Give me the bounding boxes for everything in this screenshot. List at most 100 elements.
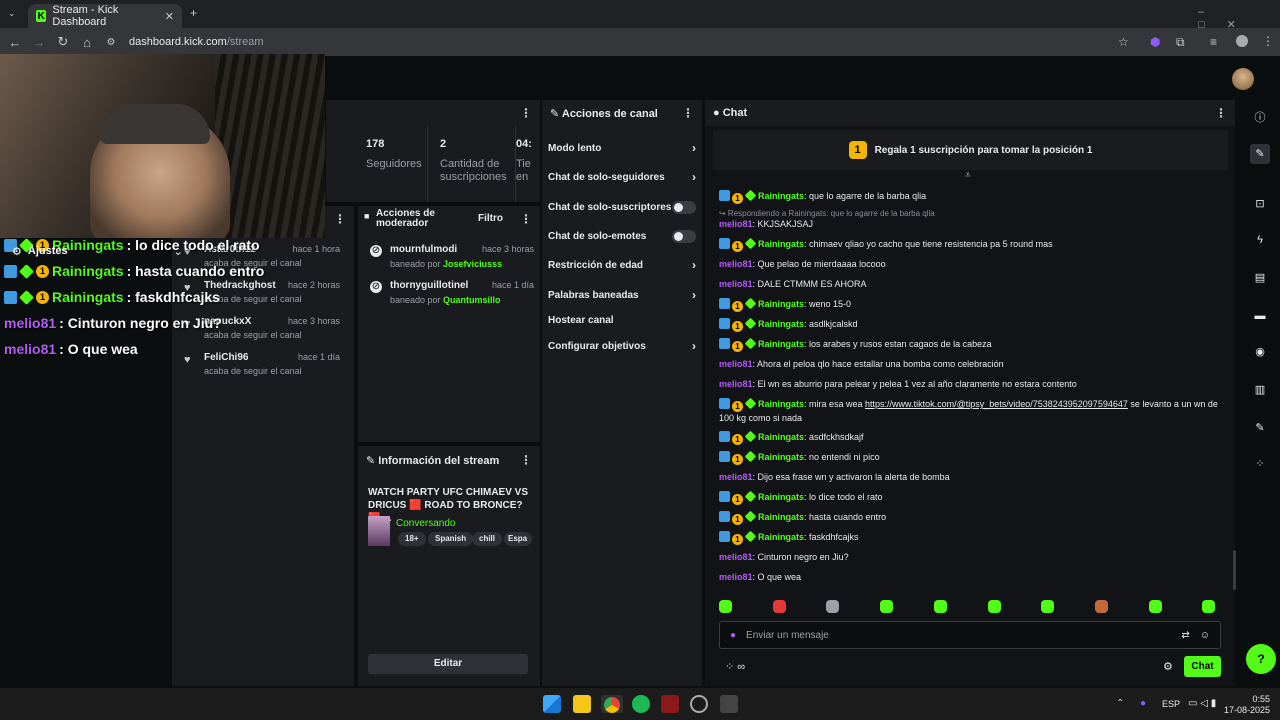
chat-icon[interactable]: ▬: [1250, 306, 1270, 326]
new-tab-icon[interactable]: +: [190, 6, 197, 20]
layout-icon[interactable]: ⊡: [1250, 194, 1270, 214]
chat-link[interactable]: https://www.tiktok.com/@tipsy_bets/video…: [865, 399, 1128, 409]
send-chat-button[interactable]: Chat: [1184, 656, 1221, 677]
close-tab-icon[interactable]: ✕: [165, 10, 174, 23]
home-icon[interactable]: ⌂: [75, 35, 99, 50]
app-icon[interactable]: [720, 695, 738, 713]
browser-tab[interactable]: K Stream - Kick Dashboard ✕: [28, 4, 182, 28]
emote-icon[interactable]: [880, 600, 894, 613]
category-name[interactable]: Conversando: [396, 518, 455, 529]
followers-only-item[interactable]: Chat de solo-seguidores ›: [548, 167, 696, 187]
emote-icon[interactable]: [1094, 600, 1108, 613]
emote-icon[interactable]: [933, 600, 947, 613]
chat-username[interactable]: Rainingats: [758, 492, 804, 502]
stream-preview-video[interactable]: [0, 54, 325, 238]
app-icon[interactable]: [661, 695, 679, 713]
chat-username[interactable]: Rainingats: [758, 532, 804, 542]
toggle-switch[interactable]: [672, 200, 696, 214]
chat-scrollbar[interactable]: [1233, 550, 1236, 590]
emote-icon[interactable]: [826, 600, 840, 613]
emote-icon[interactable]: [987, 600, 1001, 613]
banned-words-item[interactable]: Palabras baneadas ›: [548, 285, 696, 305]
emote-icon[interactable]: [772, 600, 786, 613]
chat-username[interactable]: melio81: [719, 572, 753, 582]
clock[interactable]: 0:55 17-08-2025: [1224, 694, 1270, 716]
emote-icon[interactable]: [1041, 600, 1055, 613]
back-icon[interactable]: ←: [3, 35, 27, 50]
chat-username[interactable]: Rainingats: [758, 339, 804, 349]
menu-icon[interactable]: ⋮: [1262, 34, 1274, 48]
emote-icon[interactable]: [1202, 600, 1216, 613]
host-channel-item[interactable]: Hostear canal: [548, 310, 696, 330]
chat-username[interactable]: Rainingats: [758, 319, 804, 329]
chat-username[interactable]: Rainingats: [758, 191, 804, 201]
chat-username[interactable]: Rainingats: [758, 299, 804, 309]
obs-icon[interactable]: [690, 695, 708, 713]
configure-goals-item[interactable]: Configurar objetivos ›: [548, 336, 696, 356]
age-restriction-item[interactable]: Restricción de edad ›: [548, 255, 696, 275]
chat-username[interactable]: Rainingats: [758, 399, 804, 409]
chat-settings-icon[interactable]: ⚙: [1163, 660, 1173, 673]
reload-icon[interactable]: ↻: [51, 34, 75, 50]
overlay-icon[interactable]: ▥: [1250, 380, 1270, 400]
ajustes-button[interactable]: ⚙ Ajustes ⌄: [12, 245, 183, 258]
tray-chevron-icon[interactable]: ⌃: [1116, 698, 1124, 709]
broadcast-icon[interactable]: ◉: [1250, 342, 1270, 362]
site-info-icon[interactable]: ⚙: [99, 37, 123, 48]
microphone-icon[interactable]: ●: [730, 630, 736, 641]
help-icon[interactable]: ?: [1246, 644, 1276, 674]
points-icon[interactable]: ⁘ ∞: [725, 660, 745, 673]
bookmark-icon[interactable]: ☆: [1118, 35, 1129, 49]
windows-start-icon[interactable]: [543, 695, 561, 713]
chat-username[interactable]: Rainingats: [758, 432, 804, 442]
tab-list-icon[interactable]: ⌄: [8, 8, 16, 19]
microphone-icon[interactable]: ●: [1140, 698, 1146, 709]
wrench-icon[interactable]: ✎: [1250, 418, 1270, 438]
forward-icon[interactable]: →: [27, 35, 51, 50]
chrome-icon[interactable]: [601, 695, 623, 713]
chat-username[interactable]: melio81: [719, 379, 753, 389]
subscribers-only-item[interactable]: Chat de solo-suscriptores: [548, 197, 696, 217]
chat-username[interactable]: melio81: [719, 472, 753, 482]
emotes-only-item[interactable]: Chat de solo-emotes: [548, 226, 696, 246]
language-indicator[interactable]: ESP: [1162, 699, 1180, 709]
chat-username[interactable]: melio81: [719, 359, 753, 369]
media-icon[interactable]: ≡: [1210, 35, 1217, 49]
url-field[interactable]: dashboard.kick.com/stream: [129, 36, 264, 48]
slow-mode-item[interactable]: Modo lento ›: [548, 138, 696, 158]
gift-sub-banner[interactable]: 1 Regala 1 suscripción para tomar la posi…: [713, 130, 1228, 170]
extensions-puzzle-icon[interactable]: ⧉: [1176, 35, 1185, 50]
file-explorer-icon[interactable]: [573, 695, 591, 713]
kebab-icon[interactable]: ⋮: [520, 106, 532, 120]
chat-username[interactable]: melio81: [719, 552, 753, 562]
info-icon[interactable]: ⓘ: [1250, 108, 1270, 128]
kebab-icon[interactable]: ⋮: [334, 212, 346, 226]
translate-icon[interactable]: ⇄: [1181, 630, 1189, 641]
edit-button[interactable]: Editar: [368, 654, 528, 674]
network-icon[interactable]: ▭ ◁ ▮: [1188, 698, 1216, 709]
spotify-icon[interactable]: [632, 695, 650, 713]
chat-username[interactable]: melio81: [719, 279, 753, 289]
emote-icon[interactable]: [1148, 600, 1162, 613]
kebab-icon[interactable]: ⋮: [682, 106, 694, 120]
document-icon[interactable]: ▤: [1250, 268, 1270, 288]
chat-username[interactable]: Rainingats: [758, 452, 804, 462]
lightning-icon[interactable]: ϟ: [1250, 230, 1270, 250]
edit-icon[interactable]: ✎: [1250, 144, 1270, 164]
emote-icon[interactable]: [719, 600, 732, 613]
expand-icon[interactable]: ⩡: [965, 170, 971, 181]
chat-input[interactable]: ● Enviar un mensaje ⇄ ☺: [719, 621, 1221, 649]
kebab-icon[interactable]: ⋮: [520, 453, 532, 467]
kebab-icon[interactable]: ⋮: [520, 212, 532, 226]
chat-username[interactable]: melio81: [719, 219, 753, 229]
emoji-icon[interactable]: ☺: [1200, 630, 1210, 641]
toggle-switch[interactable]: [672, 229, 696, 243]
kebab-icon[interactable]: ⋮: [1215, 106, 1227, 120]
user-avatar[interactable]: [1232, 68, 1254, 90]
profile-icon[interactable]: [1236, 35, 1248, 47]
extension-icon[interactable]: ⬢: [1150, 35, 1160, 49]
chat-username[interactable]: Rainingats: [758, 512, 804, 522]
points-icon[interactable]: ⁘: [1250, 454, 1270, 474]
chat-username[interactable]: melio81: [719, 259, 753, 269]
chat-username[interactable]: Rainingats: [758, 239, 804, 249]
